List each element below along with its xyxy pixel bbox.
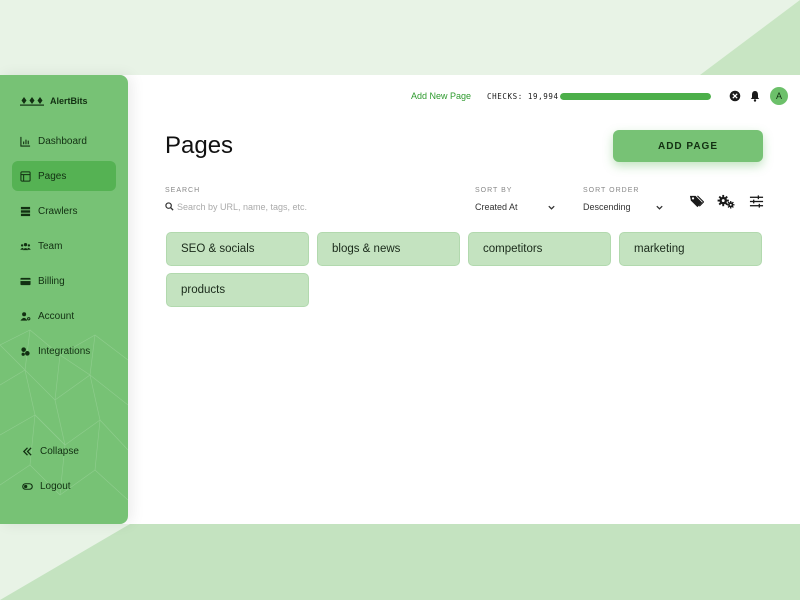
add-page-button[interactable]: ADD PAGE [613,130,763,162]
sidebar-item-team[interactable]: Team [12,231,116,261]
account-icon [20,311,31,321]
sidebar-item-label: Collapse [40,445,79,457]
chart-icon [20,136,31,147]
user-avatar[interactable]: A [770,87,788,105]
integrations-icon [21,346,30,356]
gears-icon[interactable] [717,194,736,209]
sort-order-value: Descending [583,202,631,212]
sidebar-item-integrations[interactable]: Integrations [12,336,116,366]
sidebar-item-pages[interactable]: Pages [12,161,116,191]
add-new-page-link[interactable]: Add New Page [411,91,471,101]
page-title: Pages [165,132,234,159]
app-logo[interactable]: AlertBits [20,96,88,106]
crawler-icon [20,206,31,216]
sidebar-item-label: Account [38,310,75,322]
tag-card[interactable]: SEO & socials [166,232,309,266]
tags-icon[interactable] [689,194,704,209]
sort-order-label: SORT ORDER [583,187,640,194]
sidebar-item-crawlers[interactable]: Crawlers [12,196,116,226]
sidebar-item-billing[interactable]: Billing [12,266,116,296]
checks-progress-fill [560,93,711,100]
team-icon [20,242,31,250]
sort-order-select[interactable]: Descending [583,199,664,215]
toggle-icon [22,482,33,490]
sort-by-value: Created At [475,202,518,212]
sidebar-item-label: Pages [38,170,67,182]
checks-progress-bar [560,93,711,100]
sidebar-item-label: Integrations [38,345,91,357]
background-shape [700,0,800,75]
tag-card[interactable]: blogs & news [317,232,460,266]
pages-icon [20,170,31,182]
sidebar-item-label: Logout [40,480,71,492]
app-name: AlertBits [50,96,88,106]
sort-by-label: SORT BY [475,187,513,194]
sidebar-item-label: Crawlers [38,205,78,217]
sidebar-item-account[interactable]: Account [12,301,116,331]
logo-icon [20,96,44,106]
search-icon [165,202,174,211]
chevron-down-icon [656,205,663,210]
card-icon [20,277,31,285]
search-label: SEARCH [165,187,201,194]
background-shape [0,524,130,600]
sidebar-item-label: Billing [38,275,65,287]
chevron-down-icon [548,205,555,210]
bell-icon[interactable] [749,90,761,102]
search-input[interactable] [177,199,417,215]
double-chevron-left-icon [22,446,32,456]
tag-card[interactable]: competitors [468,232,611,266]
sidebar-collapse[interactable]: Collapse [14,436,118,466]
close-circle-icon[interactable] [729,90,741,102]
sidebar-item-label: Dashboard [38,135,87,147]
sliders-icon[interactable] [749,194,764,209]
checks-counter: CHECKS: 19,994 [487,92,559,101]
tag-card[interactable]: products [166,273,309,307]
tag-card[interactable]: marketing [619,232,762,266]
sidebar-item-dashboard[interactable]: Dashboard [12,126,116,156]
sidebar-logout[interactable]: Logout [14,471,118,501]
sidebar-item-label: Team [38,240,63,252]
sort-by-select[interactable]: Created At [475,199,556,215]
